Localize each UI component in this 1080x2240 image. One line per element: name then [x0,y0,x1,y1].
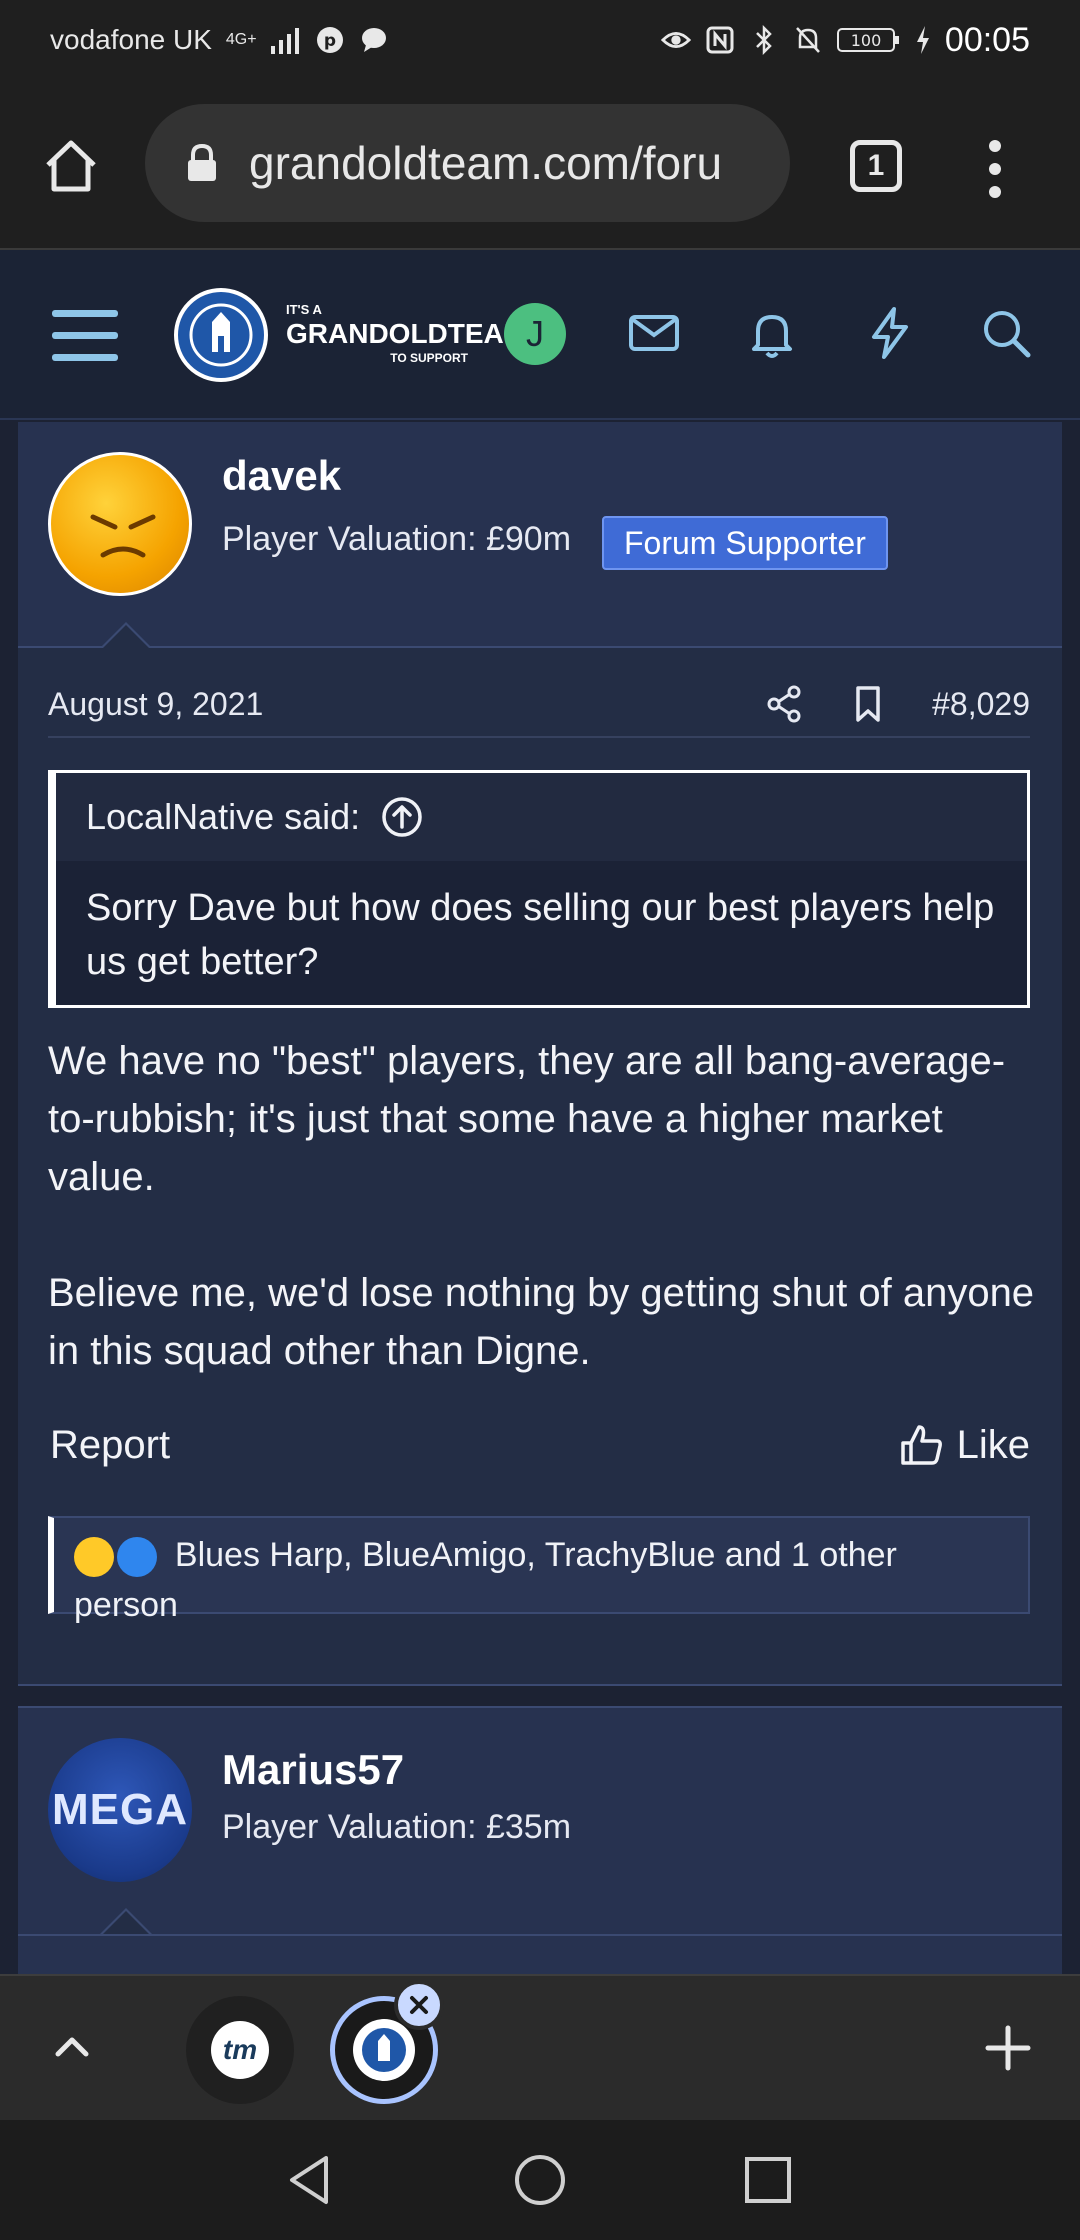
author-avatar[interactable] [48,452,192,596]
logo-tagline-bottom: TO SUPPORT [390,351,468,365]
bluetooth-icon [749,25,779,55]
mail-icon[interactable] [626,305,682,361]
site-logo-wordmark[interactable]: IT'S A GRANDOLDTEAM TO SUPPORT [286,302,528,378]
post-actions: Report Like [50,1410,1030,1480]
author-valuation: Player Valuation: £35m [222,1808,572,1846]
author-name[interactable]: davek [222,452,341,500]
author-name[interactable]: Marius57 [222,1746,404,1794]
charging-icon [915,25,931,55]
forum-post-next: MEGA Marius57 Player Valuation: £35m [18,1706,1062,1976]
close-tab-icon[interactable] [394,1980,444,2030]
post-paragraph: We have no "best" players, they are all … [48,1039,1006,1199]
browser-toolbar: grandoldteam.com/foru 1 [0,80,1080,250]
url-text: grandoldteam.com/foru [249,137,723,189]
like-button[interactable]: Like [899,1423,1030,1468]
hamburger-menu-icon[interactable] [52,308,118,364]
thumbs-up-icon [899,1423,943,1467]
back-triangle-icon[interactable] [282,2152,338,2208]
like-label: Like [956,1422,1030,1467]
arrow-up-circle-icon[interactable] [380,795,424,839]
grandoldteam-crest-icon [353,2019,415,2081]
battery-level: 100 [851,31,882,50]
quote-text: Sorry Dave but how does selling our best… [86,887,995,983]
mute-bell-icon [793,25,823,55]
logo-tagline-top: IT'S A [286,302,322,317]
post-separator [18,1684,1062,1706]
tm-logo: tm [211,2021,269,2079]
logo-title: GRANDOLDTEAM [286,318,528,349]
home-circle-icon[interactable] [512,2152,568,2208]
forum-post: davek Player Valuation: £90m Forum Suppo… [18,422,1062,1684]
author-pointer [100,1908,152,1935]
reactions-bar[interactable]: Blues Harp, BlueAmigo, TrachyBlue and 1 … [48,1516,1030,1624]
post-author-block: davek Player Valuation: £90m Forum Suppo… [18,422,1062,649]
divider [18,1934,1062,1936]
post-body: We have no "best" players, they are all … [48,1032,1038,1438]
system-nav-bar [0,2120,1080,2240]
recents-square-icon[interactable] [740,2152,796,2208]
svg-text:p: p [323,31,335,51]
search-icon[interactable] [978,305,1034,361]
like-reaction-icon [117,1537,158,1578]
lock-icon [185,143,219,183]
site-logo-crest[interactable] [174,288,268,382]
chevron-up-icon[interactable] [50,2024,94,2068]
author-pointer [100,622,152,649]
post-paragraph: Believe me, we'd lose nothing by getting… [48,1271,1035,1373]
forum-supporter-badge: Forum Supporter [602,516,888,570]
quote-block: LocalNative said: Sorry Dave but how doe… [48,770,1030,1008]
author-valuation: Player Valuation: £90m [222,520,572,558]
status-bar: vodafone UK 4G+ p 100 00:05 [0,0,1080,80]
eye-icon [660,25,691,55]
share-icon[interactable] [764,684,804,724]
bookmark-icon[interactable] [848,684,888,724]
post-date[interactable]: August 9, 2021 [48,686,764,723]
report-link[interactable]: Report [50,1423,899,1468]
clock: 00:05 [944,20,1030,59]
overflow-menu-icon[interactable] [985,138,1005,200]
address-bar[interactable]: grandoldteam.com/foru [145,104,790,222]
user-avatar[interactable]: J [504,303,566,365]
network-type: 4G+ [225,31,257,48]
reactions-list: Blues Harp, BlueAmigo, TrachyBlue and 1 … [74,1536,897,1624]
lightning-icon[interactable] [862,305,918,361]
pinterest-icon: p [315,25,345,55]
post-meta: August 9, 2021 #8,029 [48,672,1030,738]
home-icon[interactable] [40,135,102,197]
chat-bubble-icon [359,25,389,55]
post-number[interactable]: #8,029 [932,686,1030,723]
laughing-emoji-icon [74,1537,114,1578]
carrier-label: vodafone UK [50,24,212,55]
bell-icon[interactable] [744,305,800,361]
tab-thumbnail-tm[interactable]: tm [186,1996,294,2104]
tab-count-button[interactable]: 1 [850,140,902,192]
quote-header[interactable]: LocalNative said: [56,773,1027,861]
tab-switcher-bar: tm [0,1974,1080,2120]
signal-icon [270,25,301,55]
quote-author: LocalNative said: [86,796,361,837]
battery-icon: 100 [836,25,901,55]
author-avatar[interactable]: MEGA [48,1738,192,1882]
nfc-icon [705,25,735,55]
new-tab-plus-icon[interactable] [984,2024,1032,2072]
